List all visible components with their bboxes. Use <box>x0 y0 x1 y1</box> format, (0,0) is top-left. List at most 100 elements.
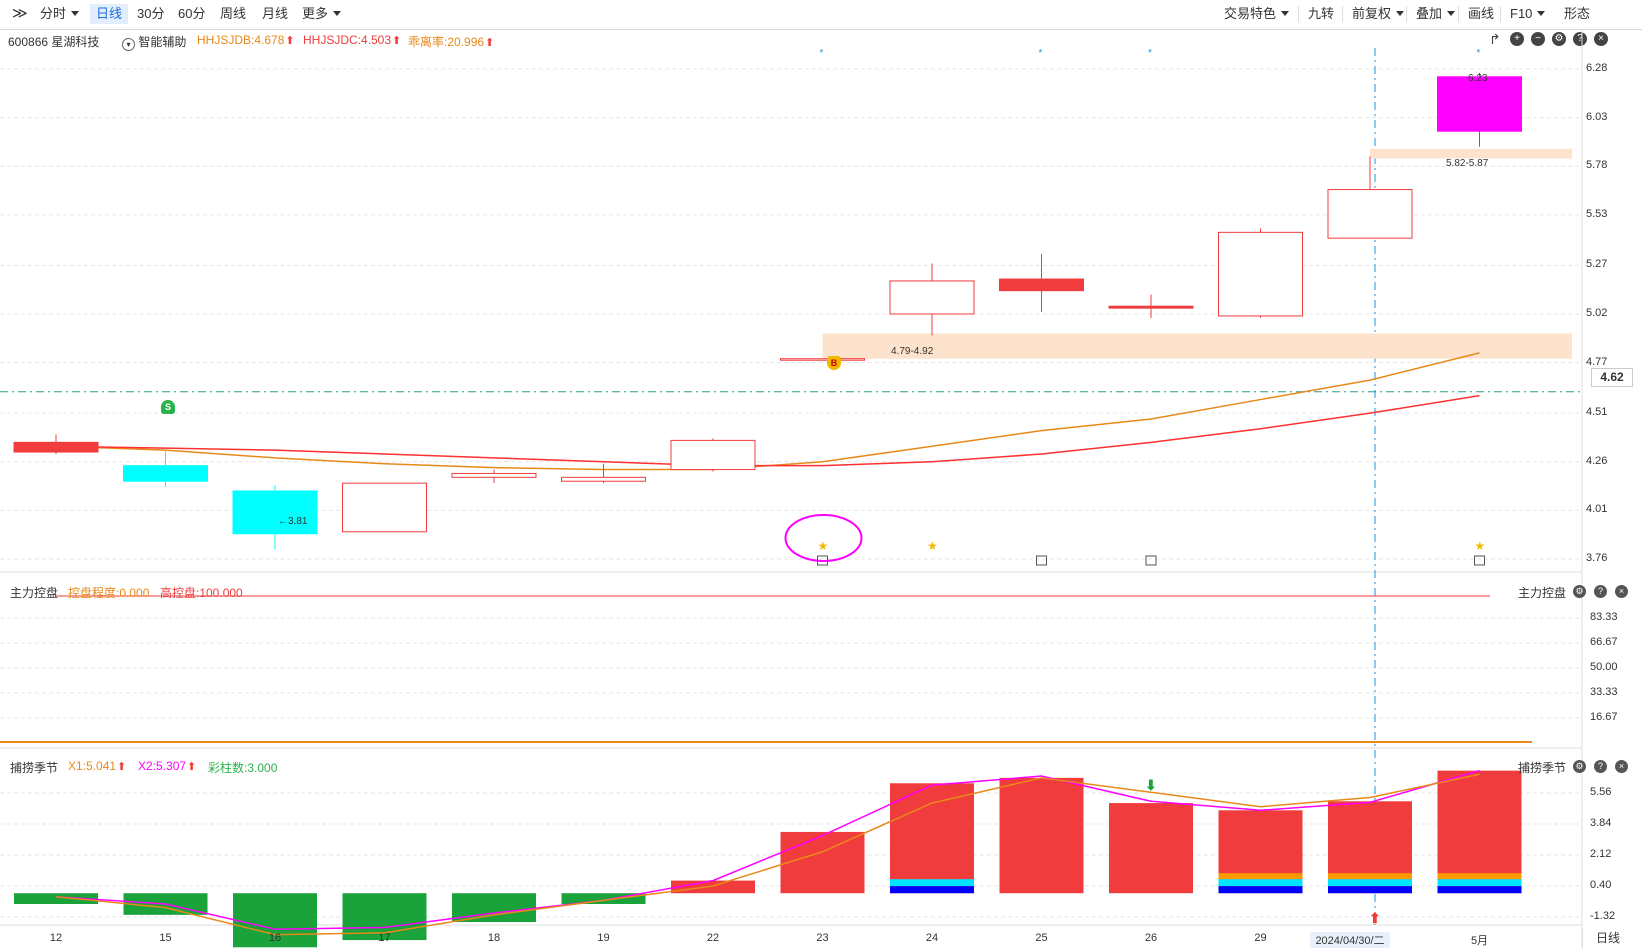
price-tick-label: 3.76 <box>1586 552 1608 564</box>
panel2-tick-label: 66.67 <box>1590 636 1618 648</box>
date-tick-label: 17 <box>378 932 391 944</box>
momentum-bar-band <box>1328 873 1412 880</box>
momentum-bar-band <box>1437 873 1522 880</box>
arrow-up-icon: ⬆ <box>187 761 197 773</box>
panel2-tick-label: 50.00 <box>1590 661 1618 673</box>
highlight-circle <box>784 514 863 562</box>
up-arrow-icon: ⬆ <box>1369 910 1381 926</box>
panel3-indicator-count: 彩柱数:3.000 <box>208 761 278 775</box>
asterisk-marker: * <box>820 48 824 59</box>
price-tick-label: 5.53 <box>1586 207 1608 220</box>
panel2-right-title: 主力控盘 <box>1518 586 1567 600</box>
momentum-bar-band <box>1437 879 1522 887</box>
panel3-indicator-x1: X1:5.041⬆ <box>68 759 126 773</box>
zone-label-high: 5.82-5.87 <box>1446 158 1489 169</box>
buy-signal[interactable]: B <box>827 356 841 370</box>
price-tick-label: 5.02 <box>1586 307 1608 319</box>
date-tick-label: 2024/04/30/二 <box>1310 932 1390 948</box>
momentum-bar-band <box>1218 886 1303 894</box>
panel3-indicator-x1-value: X1:5.041 <box>68 759 117 773</box>
momentum-bar-band <box>1218 873 1303 880</box>
asterisk-marker: * <box>1148 48 1152 59</box>
date-tick-label: 16 <box>268 932 282 944</box>
candle-body <box>13 441 99 453</box>
price-tick-label: 5.27 <box>1586 258 1608 271</box>
panel3-indicator-x2: X2:5.307⬆ <box>138 759 196 773</box>
candle-body <box>561 476 646 482</box>
down-arrow-icon: ⬇ <box>1145 777 1157 793</box>
momentum-bar <box>452 893 536 923</box>
panel3-right-title: 捕捞季节 <box>1518 761 1567 775</box>
zone-label-low: 4.79-4.92 <box>891 346 934 357</box>
date-tick-label: 18 <box>487 932 501 944</box>
panel3-tick-label: 5.56 <box>1590 786 1612 798</box>
panel2-indicator-2: 高控盘:100.000 <box>160 586 243 600</box>
candle-body <box>780 358 865 361</box>
momentum-bar-band <box>1437 886 1522 894</box>
calendar-icon <box>1474 555 1485 566</box>
price-tick-label: 4.01 <box>1586 503 1608 516</box>
panel2-tick-label: 83.33 <box>1590 611 1618 623</box>
candle-body <box>1327 189 1413 239</box>
panel2-tick-label: 16.67 <box>1590 711 1618 723</box>
candle-body <box>1437 76 1522 132</box>
date-tick-label: 5月 <box>1470 935 1489 947</box>
date-tick-label: 24 <box>925 932 939 944</box>
price-tick-label: 5.78 <box>1586 159 1608 172</box>
date-tick-label: 22 <box>706 932 720 944</box>
momentum-bar <box>671 880 755 894</box>
asterisk-marker: * <box>1477 48 1481 59</box>
price-tick-label: 6.28 <box>1586 62 1608 74</box>
date-tick-label: 29 <box>1254 932 1267 944</box>
star-icon: ★ <box>927 539 938 553</box>
settings-icon[interactable]: ⚙ <box>1573 760 1586 773</box>
date-tick-label: 26 <box>1144 932 1158 944</box>
period-label[interactable]: 日线 <box>1582 928 1633 948</box>
help-icon[interactable]: ? <box>1594 760 1607 773</box>
high-price-mark: 6.23 <box>1468 73 1488 84</box>
candle-body <box>670 439 756 471</box>
candle-body <box>232 490 318 535</box>
panel2-tick-label: 33.33 <box>1590 686 1618 698</box>
close-icon[interactable]: × <box>1615 760 1628 773</box>
momentum-bar <box>1109 803 1193 894</box>
resistance-zone <box>1370 148 1572 159</box>
candle-body <box>451 472 537 478</box>
support-zone <box>822 333 1572 359</box>
panel2-title: 主力控盘 <box>10 586 59 600</box>
price-tick-label: 4.77 <box>1586 355 1608 368</box>
sell-signal[interactable]: S <box>161 400 175 414</box>
momentum-bar-band <box>890 879 974 887</box>
help-icon[interactable]: ? <box>1594 585 1607 598</box>
panel3-tick-label: -1.32 <box>1590 910 1616 922</box>
momentum-bar-band <box>1328 886 1412 894</box>
arrow-up-icon: ⬆ <box>117 761 127 773</box>
ma-line-hhjsjdc <box>55 394 1480 467</box>
star-icon: ★ <box>1475 539 1486 553</box>
low-price-mark: ←3.81 <box>278 516 308 527</box>
date-tick-label: 25 <box>1035 932 1048 944</box>
momentum-bar-band <box>890 886 974 894</box>
settings-icon[interactable]: ⚙ <box>1573 585 1586 598</box>
kline-chart[interactable]: * * * * ★ ★ ★ ⬇ ⬆ <box>0 0 1642 949</box>
momentum-bar <box>999 777 1084 894</box>
asterisk-marker: * <box>1039 48 1043 59</box>
ma-line-hhjsjdb <box>55 352 1480 471</box>
candle-body <box>123 465 208 482</box>
price-tick-label: 4.51 <box>1586 406 1608 419</box>
panel2-indicator-1: 控盘程度:0.000 <box>68 586 150 600</box>
star-icon: ★ <box>818 539 829 553</box>
momentum-bar-band <box>1218 879 1303 887</box>
panel3-indicator-x2-value: X2:5.307 <box>138 759 187 773</box>
calendar-icon <box>1036 555 1047 566</box>
momentum-bar <box>780 831 865 894</box>
panel3-tick-label: 2.12 <box>1590 848 1612 860</box>
price-tick-label: 4.26 <box>1586 454 1608 467</box>
panel3-tick-label: 0.40 <box>1590 879 1612 891</box>
momentum-bar-band <box>1328 879 1412 887</box>
close-icon[interactable]: × <box>1615 585 1628 598</box>
current-price-label: 4.62 <box>1591 368 1633 387</box>
candle-body <box>999 278 1084 292</box>
candle-body <box>1218 231 1303 317</box>
date-tick-label: 15 <box>159 932 172 944</box>
